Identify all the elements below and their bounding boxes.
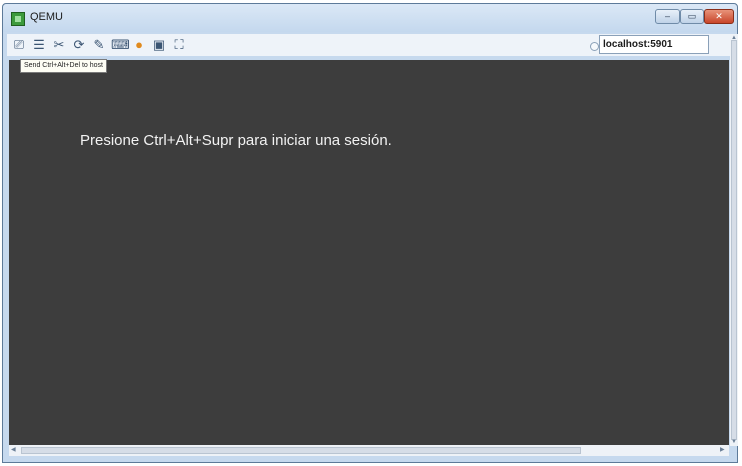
login-prompt: Presione Ctrl+Alt+Supr para iniciar una … xyxy=(80,132,392,149)
horizontal-scrollbar[interactable]: ◀ ▶ xyxy=(9,445,729,456)
scroll-left-icon[interactable]: ◀ xyxy=(11,446,16,454)
connection-status-icon xyxy=(590,42,599,51)
title-bar[interactable]: QEMU – ▭ ✕ xyxy=(3,4,737,32)
paint-icon[interactable]: ✎ xyxy=(91,37,107,53)
close-button[interactable]: ✕ xyxy=(704,9,734,24)
send-ctrl-alt-del-icon[interactable]: ⎚ xyxy=(11,37,27,53)
tooltip: Send Ctrl+Alt+Del to host xyxy=(20,59,107,73)
scroll-down-icon[interactable]: ▼ xyxy=(731,438,737,446)
toolbar: ⎚ ☰ ✂ ⟳ ✎ ⌨ ● ▣ ⛶ localhost:5901 xyxy=(7,34,733,56)
info-icon[interactable]: ● xyxy=(131,37,147,53)
window-title: QEMU xyxy=(30,11,63,23)
scissors-icon[interactable]: ✂ xyxy=(51,37,67,53)
menu-icon[interactable]: ☰ xyxy=(31,37,47,53)
horizontal-scroll-thumb[interactable] xyxy=(21,447,581,454)
keyboard-icon[interactable]: ⌨ xyxy=(111,37,130,53)
screenshot-icon[interactable]: ▣ xyxy=(151,37,167,53)
vnc-screen[interactable]: Presione Ctrl+Alt+Supr para iniciar una … xyxy=(9,60,729,445)
vertical-scroll-thumb[interactable] xyxy=(731,40,737,440)
scroll-right-icon[interactable]: ▶ xyxy=(720,446,725,454)
host-field[interactable]: localhost:5901 xyxy=(599,35,709,54)
maximize-button[interactable]: ▭ xyxy=(680,9,704,24)
qemu-app-icon xyxy=(11,12,25,26)
vertical-scrollbar[interactable]: ▲ ▼ xyxy=(730,34,738,446)
fullscreen-icon[interactable]: ⛶ xyxy=(171,37,187,53)
qemu-window: QEMU – ▭ ✕ ⎚ ☰ ✂ ⟳ ✎ ⌨ ● ▣ ⛶ localhost:5… xyxy=(2,3,738,463)
minimize-button[interactable]: – xyxy=(655,9,680,24)
refresh-icon[interactable]: ⟳ xyxy=(71,37,87,53)
